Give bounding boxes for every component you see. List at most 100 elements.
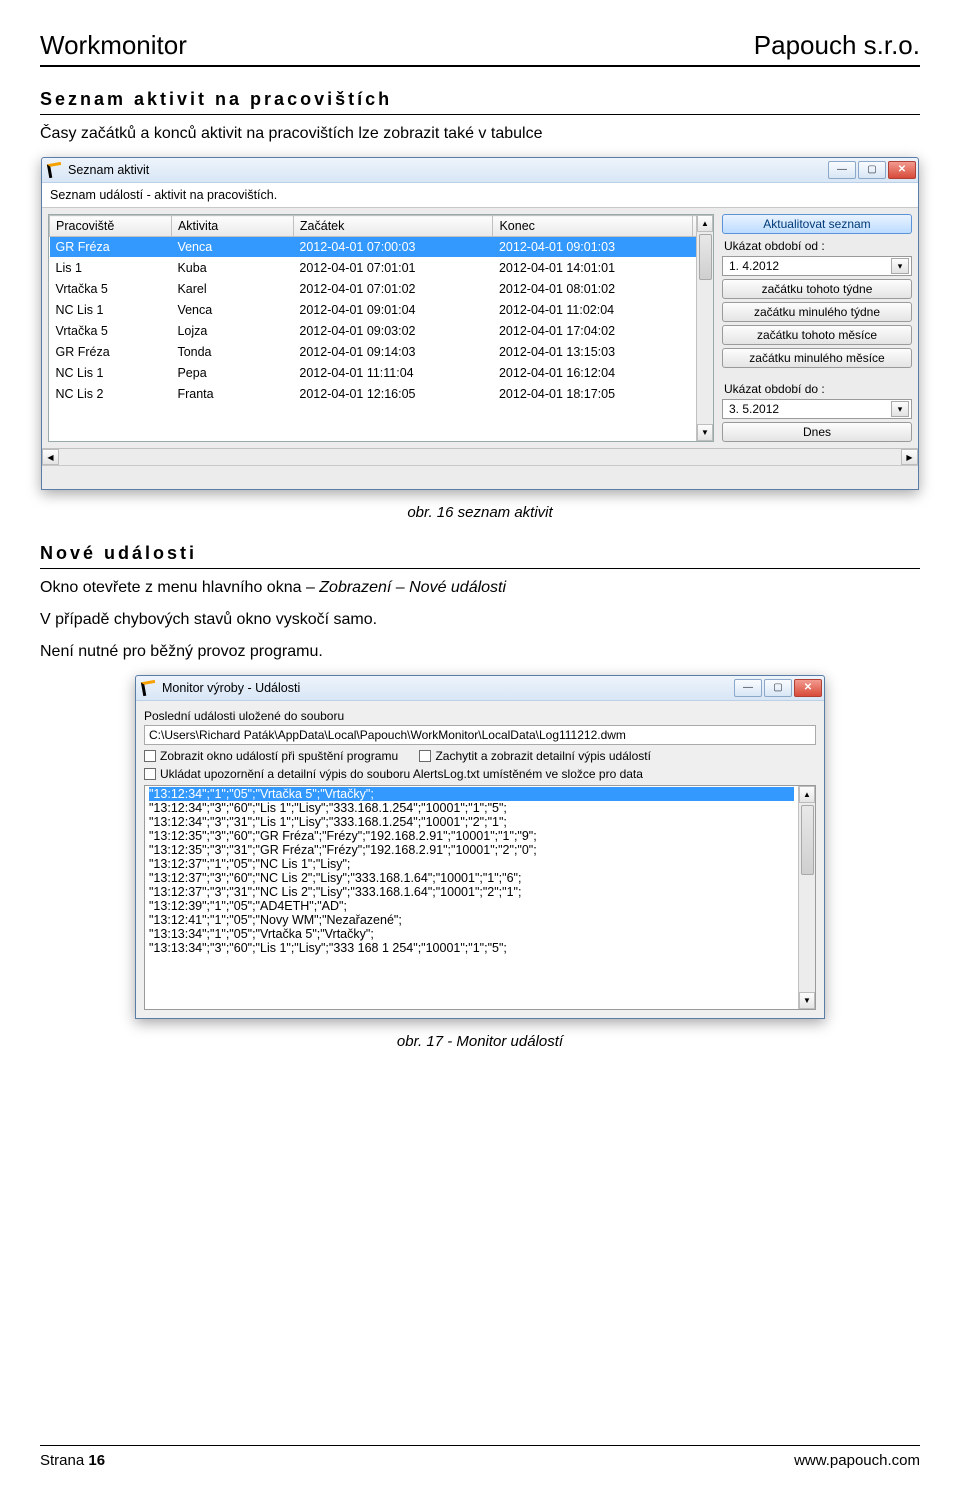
events-log[interactable]: "13:12:34";"1";"05";"Vrtačka 5";"Vrtačky… (144, 785, 816, 1010)
to-date-value: 3. 5.2012 (729, 402, 779, 416)
table-row[interactable]: Vrtačka 5Karel2012-04-01 07:01:022012-04… (50, 279, 713, 300)
page-header: Workmonitor Papouch s.r.o. (40, 30, 920, 67)
log-line[interactable]: "13:12:37";"3";"31";"NC Lis 2";"Lisy";"3… (149, 885, 794, 899)
th-start[interactable]: Začátek (293, 216, 493, 237)
table-cell: 2012-04-01 16:12:04 (493, 363, 693, 384)
table-row[interactable]: GR FrézaTonda2012-04-01 09:14:032012-04-… (50, 342, 713, 363)
table-cell: 2012-04-01 09:01:04 (293, 300, 493, 321)
th-workplace[interactable]: Pracoviště (50, 216, 172, 237)
minimize-button[interactable]: — (828, 161, 856, 179)
table-cell: 2012-04-01 07:01:02 (293, 279, 493, 300)
from-date-field[interactable]: 1. 4.2012 ▾ (722, 256, 912, 276)
btn-this-week[interactable]: začátku tohoto týdne (722, 279, 912, 299)
log-line[interactable]: "13:13:34";"3";"60";"Lis 1";"Lisy";"333 … (149, 941, 794, 955)
activities-table[interactable]: Pracoviště Aktivita Začátek Konec GR Fré… (49, 215, 713, 405)
table-row[interactable]: NC Lis 1Venca2012-04-01 09:01:042012-04-… (50, 300, 713, 321)
table-cell: 2012-04-01 07:01:01 (293, 258, 493, 279)
win2-title: Monitor výroby - Události (162, 681, 732, 695)
log-line[interactable]: "13:12:35";"3";"31";"GR Fréza";"Frézy";"… (149, 843, 794, 857)
maximize-button[interactable]: ▢ (858, 161, 886, 179)
scroll-down-icon[interactable]: ▼ (697, 424, 713, 441)
table-cell: GR Fréza (50, 342, 172, 363)
chk-capture-detail[interactable]: Zachytit a zobrazit detailní výpis událo… (419, 749, 650, 763)
scroll-up-icon[interactable]: ▲ (799, 786, 815, 803)
log-line[interactable]: "13:12:34";"1";"05";"Vrtačka 5";"Vrtačky… (149, 787, 794, 801)
page-footer: Strana 16 www.papouch.com (40, 1445, 920, 1469)
close-button[interactable]: ✕ (794, 679, 822, 697)
minimize-button[interactable]: — (734, 679, 762, 697)
table-cell: 2012-04-01 09:01:03 (493, 237, 693, 258)
log-line[interactable]: "13:13:34";"1";"05";"Vrtačka 5";"Vrtačky… (149, 927, 794, 941)
chk-show-on-start[interactable]: Zobrazit okno událostí při spuštění prog… (144, 749, 398, 763)
table-cell: Tonda (171, 342, 293, 363)
maximize-button[interactable]: ▢ (764, 679, 792, 697)
btn-this-month[interactable]: začátku tohoto měsíce (722, 325, 912, 345)
events-window: Monitor výroby - Události — ▢ ✕ Poslední… (135, 675, 825, 1019)
table-cell: Lis 1 (50, 258, 172, 279)
chk2-label: Zachytit a zobrazit detailní výpis událo… (435, 749, 650, 763)
checkbox-row-1: Zobrazit okno událostí při spuštění prog… (144, 749, 816, 765)
table-cell: Pepa (171, 363, 293, 384)
win1-title: Seznam aktivit (68, 163, 826, 177)
scroll-thumb[interactable] (699, 234, 712, 280)
checkbox-row-2: Ukládat upozornění a detailní výpis do s… (144, 767, 816, 783)
scroll-left-icon[interactable]: ◀ (42, 449, 59, 465)
table-cell: 2012-04-01 17:04:02 (493, 321, 693, 342)
btn-last-week[interactable]: začátku minulého týdne (722, 302, 912, 322)
table-header-row: Pracoviště Aktivita Začátek Konec (50, 216, 713, 237)
checkbox-icon[interactable] (419, 750, 431, 762)
th-end[interactable]: Konec (493, 216, 693, 237)
to-date-field[interactable]: 3. 5.2012 ▾ (722, 399, 912, 419)
log-line[interactable]: "13:12:37";"3";"60";"NC Lis 2";"Lisy";"3… (149, 871, 794, 885)
btn-today[interactable]: Dnes (722, 422, 912, 442)
table-vscrollbar[interactable]: ▲ ▼ (696, 215, 713, 441)
footer-url: www.papouch.com (794, 1452, 920, 1469)
log-line[interactable]: "13:12:34";"3";"60";"Lis 1";"Lisy";"333.… (149, 801, 794, 815)
log-vscrollbar[interactable]: ▲ ▼ (798, 786, 815, 1009)
section2-intro3: Není nutné pro běžný provoz programu. (40, 643, 920, 661)
checkbox-icon[interactable] (144, 750, 156, 762)
table-hscrollbar[interactable]: ◀ ▶ (42, 448, 918, 465)
table-row[interactable]: NC Lis 2Franta2012-04-01 12:16:052012-04… (50, 384, 713, 405)
table-row[interactable]: Vrtačka 5Lojza2012-04-01 09:03:022012-04… (50, 321, 713, 342)
table-cell: 2012-04-01 14:01:01 (493, 258, 693, 279)
scroll-down-icon[interactable]: ▼ (799, 992, 815, 1009)
app-icon (141, 680, 157, 696)
table-cell: Lojza (171, 321, 293, 342)
table-cell: 2012-04-01 07:00:03 (293, 237, 493, 258)
win1-banner: Seznam událostí - aktivit na pracovištíc… (42, 183, 918, 208)
table-row[interactable]: Lis 1Kuba2012-04-01 07:01:012012-04-01 1… (50, 258, 713, 279)
log-line[interactable]: "13:12:34";"3";"31";"Lis 1";"Lisy";"333.… (149, 815, 794, 829)
intro1b: Zobrazení – Nové události (319, 579, 506, 596)
table-cell: Franta (171, 384, 293, 405)
refresh-button[interactable]: Aktualitovat seznam (722, 214, 912, 234)
table-cell: 2012-04-01 09:03:02 (293, 321, 493, 342)
table-cell: NC Lis 1 (50, 300, 172, 321)
log-line[interactable]: "13:12:35";"3";"60";"GR Fréza";"Frézy";"… (149, 829, 794, 843)
table-cell: 2012-04-01 12:16:05 (293, 384, 493, 405)
chk1-label: Zobrazit okno událostí při spuštění prog… (160, 749, 398, 763)
table-row[interactable]: NC Lis 1Pepa2012-04-01 11:11:042012-04-0… (50, 363, 713, 384)
from-label: Ukázat období od : (722, 237, 912, 253)
scroll-thumb[interactable] (801, 805, 814, 875)
win1-titlebar: Seznam aktivit — ▢ ✕ (42, 158, 918, 183)
log-path-field[interactable]: C:\Users\Richard Paták\AppData\Local\Pap… (144, 725, 816, 745)
calendar-icon[interactable]: ▾ (891, 401, 909, 417)
table-cell: 2012-04-01 11:02:04 (493, 300, 693, 321)
table-row[interactable]: GR FrézaVenca2012-04-01 07:00:032012-04-… (50, 237, 713, 258)
chk-save-alerts[interactable]: Ukládat upozornění a detailní výpis do s… (144, 767, 643, 781)
th-activity[interactable]: Aktivita (171, 216, 293, 237)
scroll-up-icon[interactable]: ▲ (697, 215, 713, 232)
table-cell: 2012-04-01 08:01:02 (493, 279, 693, 300)
calendar-icon[interactable]: ▾ (891, 258, 909, 274)
btn-last-month[interactable]: začátku minulého měsíce (722, 348, 912, 368)
table-cell: GR Fréza (50, 237, 172, 258)
log-line[interactable]: "13:12:41";"1";"05";"Novy WM";"Nezařazen… (149, 913, 794, 927)
scroll-right-icon[interactable]: ▶ (901, 449, 918, 465)
log-line[interactable]: "13:12:37";"1";"05";"NC Lis 1";"Lisy"; (149, 857, 794, 871)
checkbox-icon[interactable] (144, 768, 156, 780)
log-line[interactable]: "13:12:39";"1";"05";"AD4ETH";"AD"; (149, 899, 794, 913)
close-button[interactable]: ✕ (888, 161, 916, 179)
section1-title: Seznam aktivit na pracovištích (40, 89, 920, 115)
header-left: Workmonitor (40, 30, 187, 61)
